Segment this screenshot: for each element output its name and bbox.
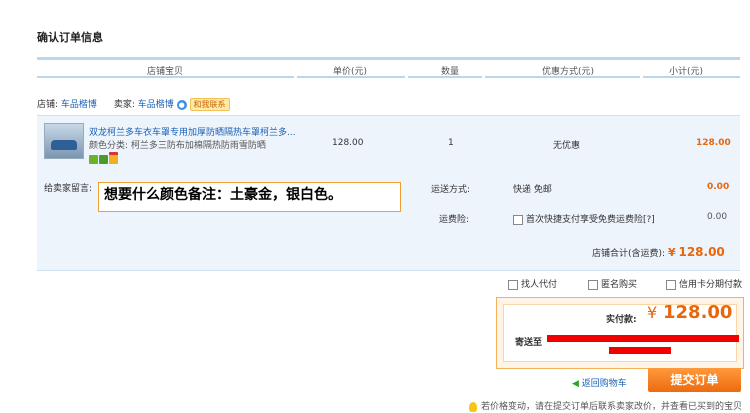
insurance-label: 运费险: <box>439 215 470 225</box>
product-variant: 颜色分类: 柯兰多三防布加棉隔热防雨雪防晒 <box>89 141 266 151</box>
shop-total-value: 128.00 <box>678 245 725 259</box>
price-notice: 若价格变动，请在提交订单后联系卖家改价，并查看已买到的宝贝 <box>469 399 742 412</box>
message-label: 给卖家留言: <box>44 184 93 194</box>
insurance-text[interactable]: 首次快捷支付享受免费运费险[?] <box>526 215 655 225</box>
header-divider <box>297 76 405 78</box>
invoice-icon[interactable] <box>109 152 118 164</box>
shop-info: 店铺: 车品楷博 卖家: 车品楷博 ● 和我联系 <box>37 97 230 111</box>
installment-checkbox[interactable] <box>666 279 676 290</box>
proxy-pay-checkbox[interactable] <box>508 279 518 290</box>
anonymous-checkbox[interactable] <box>588 279 598 290</box>
shop-total: 店铺合计(含运费): ¥ 128.00 <box>592 245 725 259</box>
unit-price: 128.00 <box>332 138 364 148</box>
contact-seller-button[interactable]: 和我联系 <box>189 98 230 111</box>
price-notice-text: 若价格变动，请在提交订单后联系卖家改价，并查看已买到的宝贝 <box>481 402 743 412</box>
insurance-option: 首次快捷支付享受免费运费险[?] <box>513 212 655 225</box>
order-item-row: 双龙柯兰多车衣车罩专用加厚防晒隔热车罩柯兰多... 颜色分类: 柯兰多三防布加棉… <box>37 115 740 168</box>
quantity: 1 <box>448 138 454 148</box>
seven-day-return-icon[interactable] <box>99 155 108 164</box>
seller-name-link[interactable]: 车品楷博 <box>138 100 174 110</box>
payment-currency: ¥ <box>647 303 658 322</box>
proxy-pay-label[interactable]: 找人代付 <box>521 280 557 290</box>
insurance-price: 0.00 <box>707 212 728 222</box>
lightbulb-icon <box>469 401 477 412</box>
back-to-cart-label[interactable]: 返回购物车 <box>582 379 627 389</box>
submit-order-button[interactable]: 提交订单 <box>648 368 741 392</box>
shop-label: 店铺: <box>37 100 59 110</box>
option-anonymous[interactable]: 匿名购买 <box>588 277 637 290</box>
shop-total-currency: ¥ <box>667 246 676 259</box>
header-divider <box>408 76 482 78</box>
back-arrow-icon: ◀ <box>572 379 579 389</box>
shop-total-label: 店铺合计(含运费): <box>592 249 666 259</box>
item-subtotal: 128.00 <box>696 138 731 148</box>
chat-icon[interactable]: ● <box>176 99 187 110</box>
seller-label: 卖家: <box>113 100 135 110</box>
column-header: 店铺宝贝 单价(元) 数量 优惠方式(元) 小计(元) <box>37 57 740 78</box>
shipping-method-value: 快递 免邮 <box>513 185 552 195</box>
shipping-price: 0.00 <box>707 182 730 192</box>
discount-value: 无优惠 <box>553 141 581 151</box>
header-divider <box>37 76 294 78</box>
redacted-address <box>547 335 739 342</box>
header-divider <box>485 76 640 78</box>
guarantee-icon[interactable] <box>89 155 98 164</box>
shop-name-link[interactable]: 车品楷博 <box>61 100 97 110</box>
redacted-recipient <box>609 347 671 354</box>
product-thumbnail[interactable] <box>44 123 84 159</box>
service-icons <box>89 152 119 167</box>
seller-message-input[interactable]: 想要什么颜色备注：土豪金，银白色。 <box>98 182 401 212</box>
payment-value: 128.00 <box>663 302 733 323</box>
anonymous-label[interactable]: 匿名购买 <box>601 280 637 290</box>
back-to-cart-link[interactable]: ◀ 返回购物车 <box>572 376 627 389</box>
page-title: 确认订单信息 <box>37 31 103 44</box>
insurance-checkbox[interactable] <box>513 214 523 225</box>
installment-label[interactable]: 信用卡分期付款 <box>679 280 742 290</box>
option-installment[interactable]: 信用卡分期付款 <box>666 277 742 290</box>
car-image <box>51 140 77 150</box>
payment-summary: 实付款: ¥ 128.00 寄送至 <box>496 297 744 369</box>
header-divider <box>643 76 740 78</box>
payment-label: 实付款: <box>606 315 637 325</box>
ship-to-label: 寄送至 <box>515 338 543 348</box>
option-proxy-pay[interactable]: 找人代付 <box>508 277 557 290</box>
shipping-method-label: 运送方式: <box>431 185 471 195</box>
product-title-link[interactable]: 双龙柯兰多车衣车罩专用加厚防晒隔热车罩柯兰多... <box>89 125 296 138</box>
